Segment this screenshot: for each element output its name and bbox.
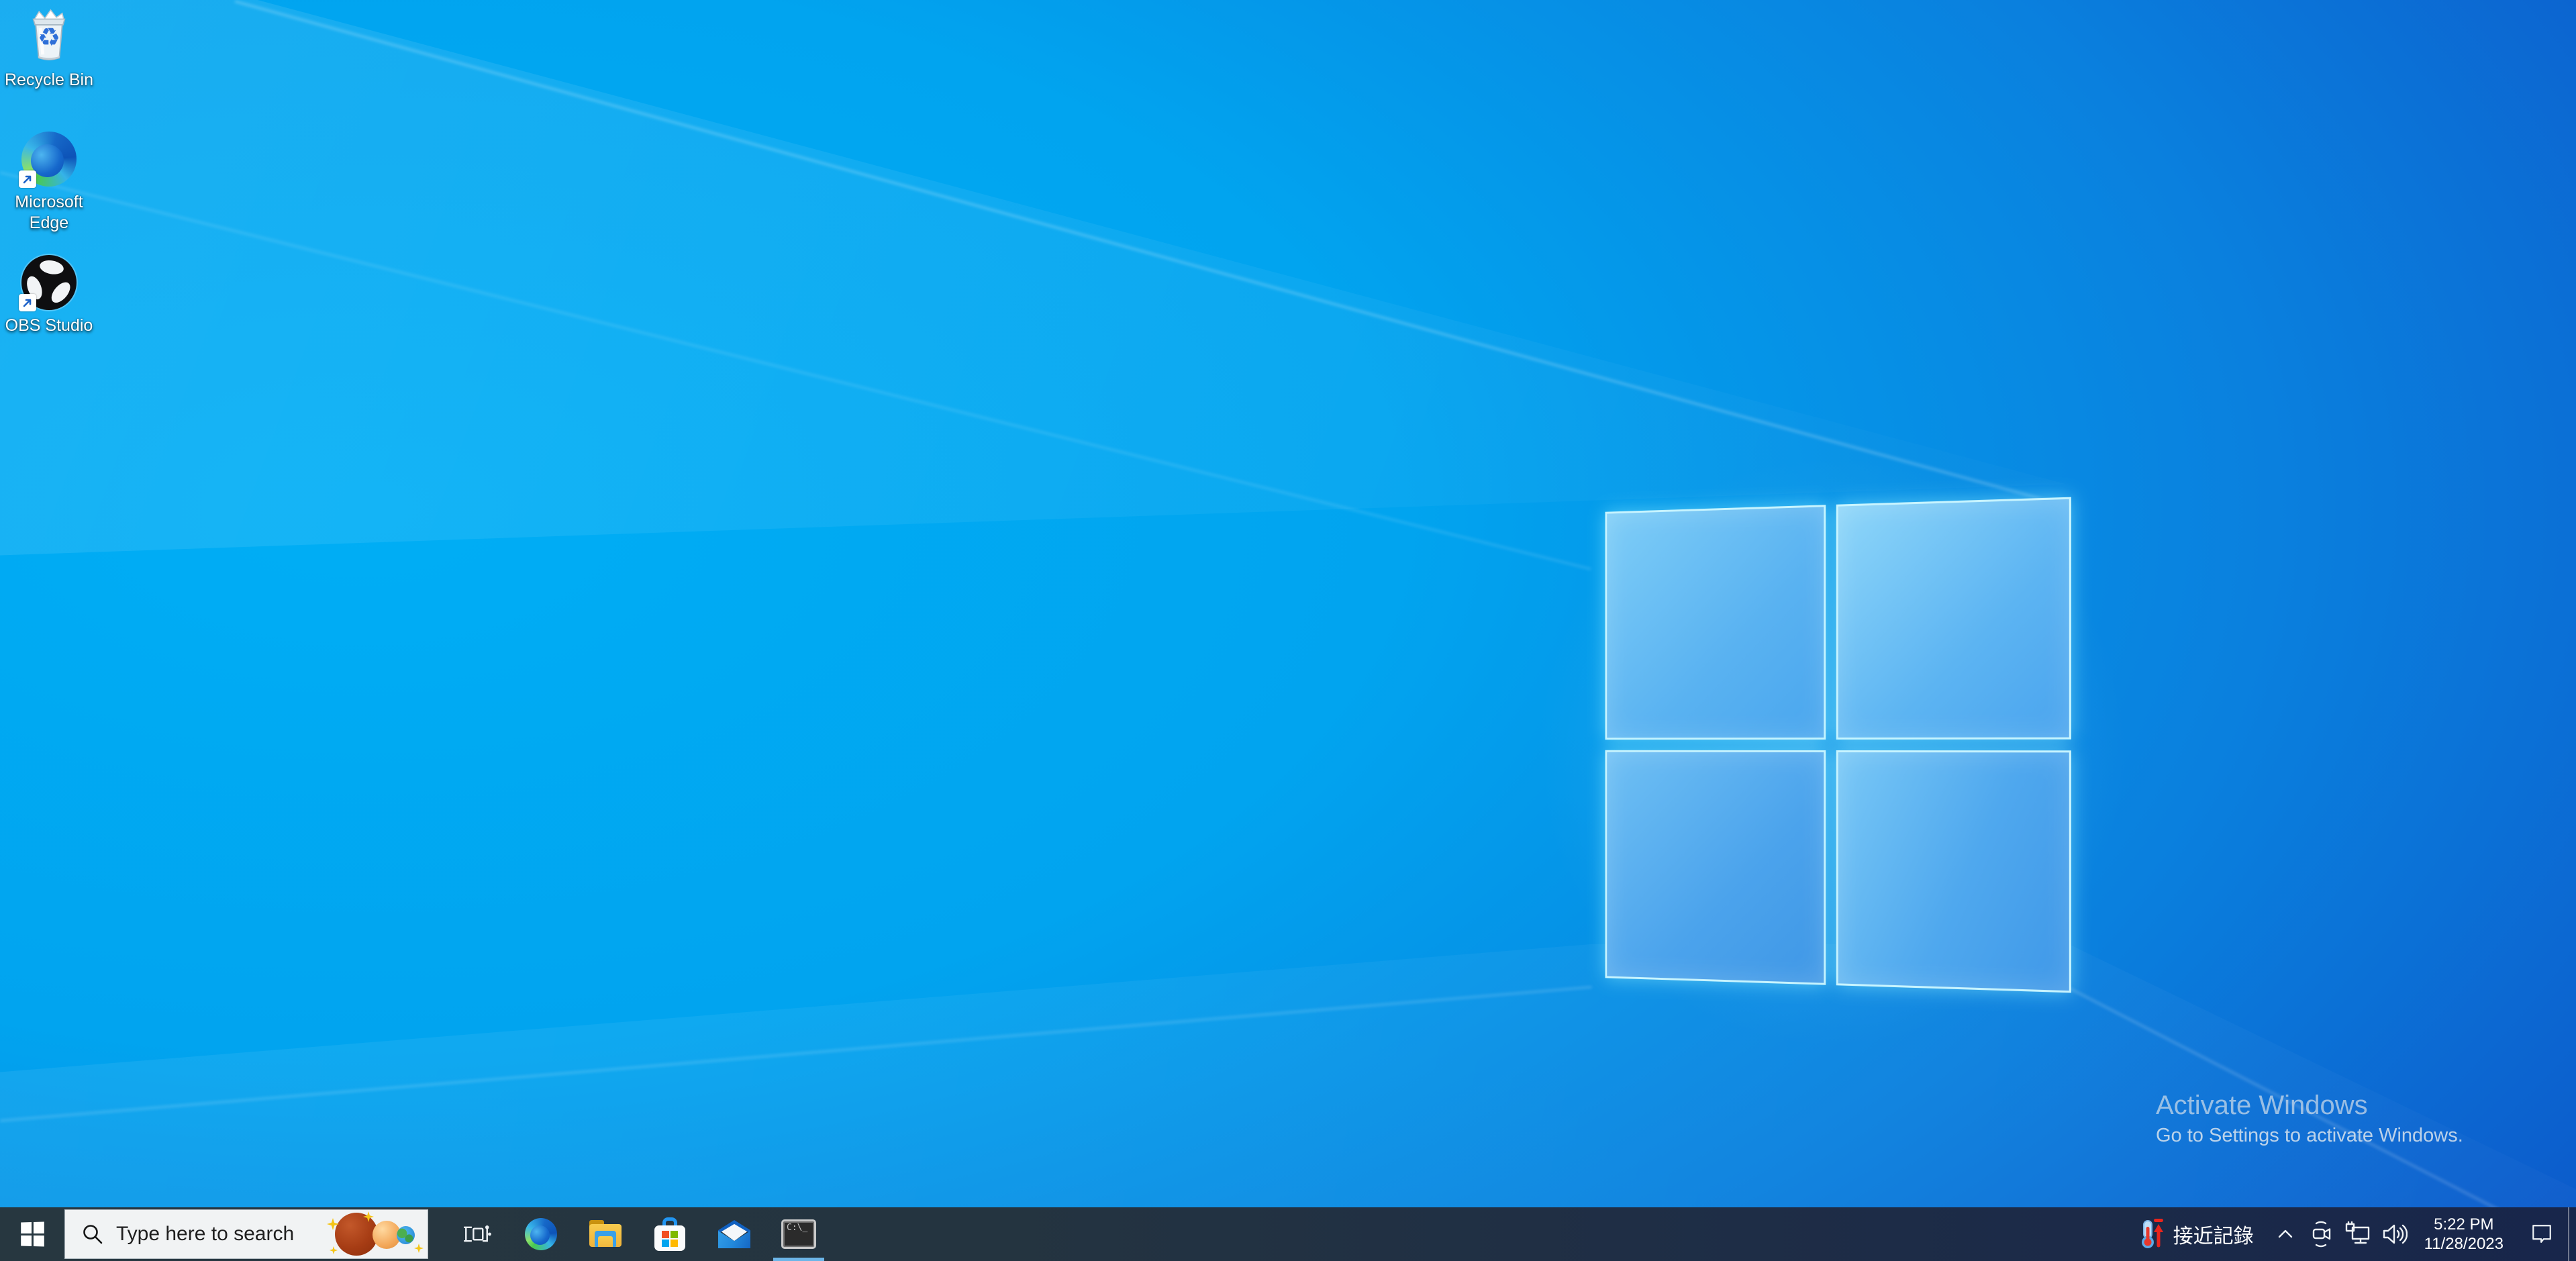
mail-icon	[718, 1220, 750, 1248]
sparkle-icon	[414, 1244, 424, 1253]
file-explorer-button[interactable]	[573, 1207, 638, 1261]
desktop-icon-obs-studio[interactable]: OBS Studio	[4, 251, 94, 336]
taskbar-search-box[interactable]	[64, 1209, 428, 1259]
system-tray: 接近記錄	[2124, 1207, 2576, 1261]
windows-desktop-screen: ♻ Recycle Bin Microsoft Edge	[0, 0, 2576, 1261]
network-button[interactable]	[2340, 1207, 2376, 1261]
command-prompt-icon: C:\_	[781, 1219, 816, 1249]
desktop-wallpaper: ♻ Recycle Bin Microsoft Edge	[0, 0, 2576, 1207]
sparkle-icon	[330, 1246, 338, 1254]
windows-start-icon	[21, 1221, 44, 1246]
mail-button[interactable]	[702, 1207, 766, 1261]
task-view-icon	[460, 1217, 493, 1251]
planet-earth	[397, 1226, 415, 1244]
news-and-interests-widget[interactable]: 接近記錄	[2124, 1207, 2267, 1261]
shortcut-arrow-icon	[19, 294, 36, 311]
desktop-icon-label: Recycle Bin	[5, 70, 93, 91]
start-button[interactable]	[0, 1207, 64, 1261]
logo-pane	[1836, 497, 2071, 740]
notifications-icon	[2528, 1221, 2555, 1248]
clock-time: 5:22 PM	[2424, 1215, 2504, 1234]
activate-windows-watermark: Activate Windows Go to Settings to activ…	[2156, 1089, 2463, 1149]
beam-line	[0, 986, 1592, 1122]
meet-now-icon	[2310, 1221, 2334, 1248]
logo-pane	[1605, 750, 1826, 985]
meet-now-button[interactable]	[2303, 1207, 2340, 1261]
recycle-bin-icon: ♻	[22, 5, 76, 64]
taskbar: C:\_ 接近記錄	[0, 1207, 2576, 1261]
microsoft-store-button[interactable]	[638, 1207, 702, 1261]
recycle-arrows-glyph: ♻	[38, 22, 60, 52]
action-center-button[interactable]	[2516, 1207, 2568, 1261]
command-prompt-button[interactable]: C:\_	[766, 1207, 831, 1261]
logo-pane	[1605, 505, 1826, 740]
volume-icon	[2381, 1222, 2408, 1246]
search-icon	[81, 1223, 104, 1246]
beam-line	[234, 0, 2066, 507]
search-input[interactable]	[116, 1223, 326, 1246]
taskbar-apps: C:\_	[444, 1207, 831, 1261]
thermometer-rising-icon	[2137, 1219, 2165, 1250]
obs-studio-icon	[21, 251, 77, 310]
light-beam-wedge	[0, 0, 2576, 1207]
edge-icon	[525, 1218, 557, 1250]
chevron-up-icon	[2274, 1224, 2297, 1244]
planet-mars	[335, 1213, 378, 1256]
desktop-icon-label: OBS Studio	[5, 315, 93, 336]
logo-pane	[1836, 750, 2071, 993]
windows-logo-wallpaper	[1605, 497, 2071, 993]
weather-headline-label: 接近記錄	[2173, 1219, 2254, 1249]
desktop-icon-label: Microsoft Edge	[8, 192, 90, 234]
taskbar-clock[interactable]: 5:22 PM 11/28/2023	[2412, 1215, 2516, 1254]
watermark-subtitle: Go to Settings to activate Windows.	[2156, 1122, 2463, 1149]
microsoft-store-icon	[654, 1217, 685, 1251]
volume-button[interactable]	[2376, 1207, 2412, 1261]
watermark-title: Activate Windows	[2156, 1089, 2463, 1122]
task-view-button[interactable]	[444, 1207, 509, 1261]
edge-taskbar-button[interactable]	[509, 1207, 573, 1261]
show-hidden-icons-button[interactable]	[2267, 1207, 2303, 1261]
search-highlight-planets-icon[interactable]	[326, 1210, 428, 1258]
desktop-icon-recycle-bin[interactable]: ♻ Recycle Bin	[4, 5, 94, 91]
edge-icon	[21, 128, 77, 187]
show-desktop-button[interactable]	[2568, 1207, 2576, 1261]
file-explorer-icon	[589, 1220, 622, 1248]
clock-date: 11/28/2023	[2424, 1234, 2504, 1254]
shortcut-arrow-icon	[19, 170, 36, 188]
beam-line	[0, 171, 1591, 570]
network-ethernet-icon	[2344, 1221, 2371, 1247]
desktop-icon-microsoft-edge[interactable]: Microsoft Edge	[4, 128, 94, 234]
floor-light-wedge	[0, 0, 2576, 1207]
